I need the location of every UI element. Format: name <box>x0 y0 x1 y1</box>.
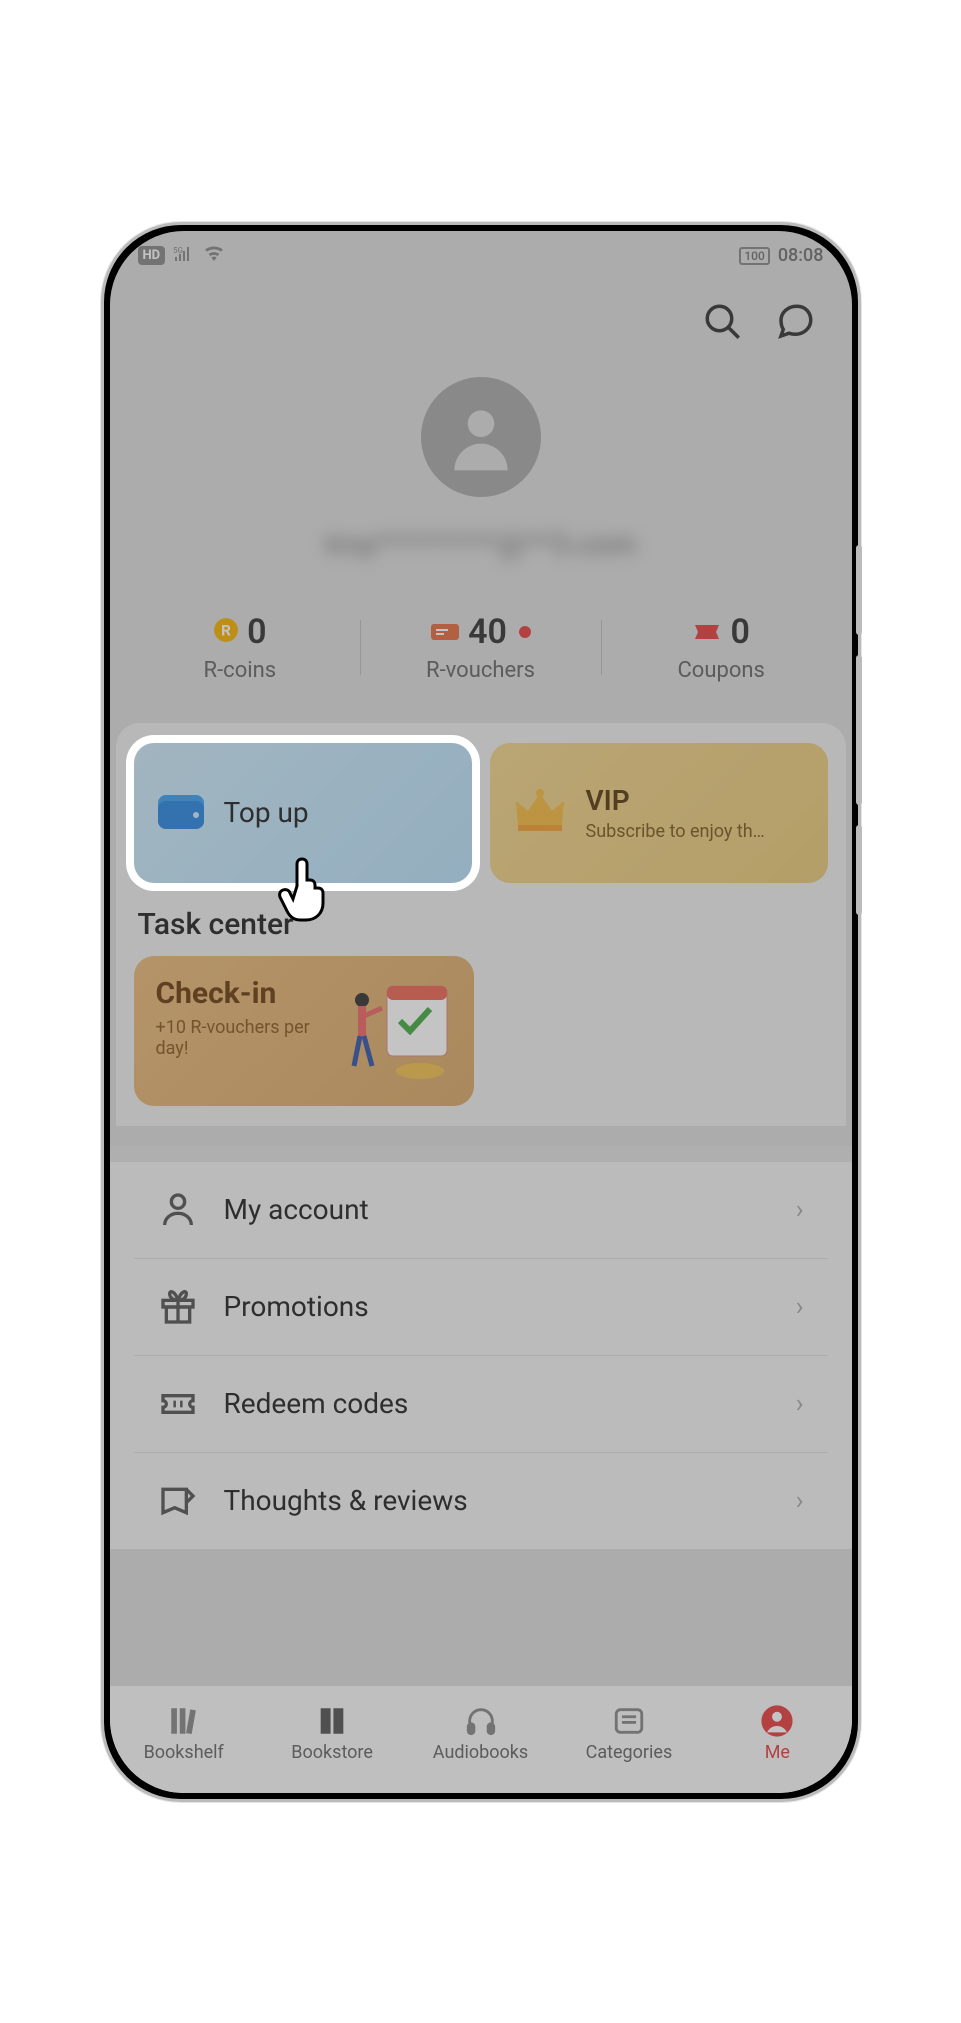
nav-audiobooks[interactable]: Audiobooks <box>406 1704 554 1763</box>
nav-label: Categories <box>586 1742 673 1763</box>
wifi-icon <box>203 245 225 266</box>
rcoins-value: 0 <box>247 612 266 652</box>
stat-rvouchers[interactable]: 40 R-vouchers <box>360 612 601 683</box>
menu-section: My account › Promotions › Redeem codes › <box>110 1146 852 1549</box>
hd-badge: HD <box>138 246 166 265</box>
vip-card[interactable]: VIP Subscribe to enjoy th… <box>490 743 828 883</box>
vip-subtitle: Subscribe to enjoy th… <box>586 821 765 842</box>
stat-coupons[interactable]: 0 Coupons <box>601 612 842 683</box>
ticket-icon <box>158 1384 198 1424</box>
nav-label: Bookstore <box>291 1742 373 1763</box>
menu-label: My account <box>224 1193 770 1226</box>
rvouchers-label: R-vouchers <box>360 658 601 683</box>
svg-text:5G: 5G <box>173 246 183 255</box>
checkin-illustration <box>342 976 452 1086</box>
svg-text:R: R <box>221 621 231 639</box>
nav-me[interactable]: Me <box>703 1704 851 1763</box>
topup-title: Top up <box>224 796 309 829</box>
nav-label: Bookshelf <box>144 1742 224 1763</box>
status-bar: HD 5G 100 08:08 <box>110 231 852 281</box>
chevron-right-icon: › <box>796 1486 804 1516</box>
menu-promotions[interactable]: Promotions › <box>134 1259 828 1356</box>
phone-frame: HD 5G 100 08:08 <box>101 222 861 1802</box>
username[interactable]: troy*********@**3.com <box>325 527 636 562</box>
menu-thoughts-reviews[interactable]: Thoughts & reviews › <box>134 1453 828 1549</box>
gift-icon <box>158 1287 198 1327</box>
avatar[interactable] <box>421 377 541 497</box>
screen: HD 5G 100 08:08 <box>110 231 852 1793</box>
checkin-subtitle: +10 R-vouchers per day! <box>156 1017 326 1059</box>
nav-label: Me <box>765 1742 790 1763</box>
rvouchers-value: 40 <box>468 612 507 652</box>
menu-label: Thoughts & reviews <box>224 1484 770 1517</box>
coupons-value: 0 <box>730 612 749 652</box>
menu-redeem-codes[interactable]: Redeem codes › <box>134 1356 828 1453</box>
search-icon[interactable] <box>702 301 744 347</box>
coupon-icon <box>692 612 722 652</box>
chevron-right-icon: › <box>796 1389 804 1419</box>
task-center-heading: Task center <box>138 907 824 942</box>
nav-label: Audiobooks <box>433 1742 528 1763</box>
battery-badge: 100 <box>739 247 769 265</box>
network-indicator: 5G <box>173 245 195 266</box>
rcoins-label: R-coins <box>120 658 361 683</box>
cards-section: Top up VIP Subscribe to enjoy th… Task c… <box>116 723 846 1126</box>
checkin-card[interactable]: Check-in +10 R-vouchers per day! <box>134 956 474 1106</box>
nav-bookstore[interactable]: Bookstore <box>258 1704 406 1763</box>
coin-icon: R <box>213 612 239 652</box>
coupons-label: Coupons <box>601 658 842 683</box>
clock: 08:08 <box>778 245 824 266</box>
tutorial-cursor-icon <box>275 852 335 922</box>
person-icon <box>158 1190 198 1230</box>
vip-title: VIP <box>586 784 765 817</box>
menu-label: Promotions <box>224 1290 770 1323</box>
review-icon <box>158 1481 198 1521</box>
voucher-icon <box>430 612 460 652</box>
nav-categories[interactable]: Categories <box>555 1704 703 1763</box>
crown-icon <box>512 787 568 839</box>
profile-section: troy*********@**3.com <box>110 357 852 592</box>
checkin-title: Check-in <box>156 976 326 1011</box>
stat-rcoins[interactable]: R 0 R-coins <box>120 612 361 683</box>
menu-my-account[interactable]: My account › <box>134 1162 828 1259</box>
wallet-icon <box>156 789 206 837</box>
chevron-right-icon: › <box>796 1292 804 1322</box>
bottom-nav: Bookshelf Bookstore Audiobooks Categorie… <box>110 1685 852 1793</box>
chat-icon[interactable] <box>774 301 816 347</box>
chevron-right-icon: › <box>796 1195 804 1225</box>
menu-label: Redeem codes <box>224 1387 770 1420</box>
notification-dot <box>519 626 531 638</box>
nav-bookshelf[interactable]: Bookshelf <box>110 1704 258 1763</box>
currency-stats: R 0 R-coins 40 R-vouchers 0 Coupons <box>110 592 852 723</box>
